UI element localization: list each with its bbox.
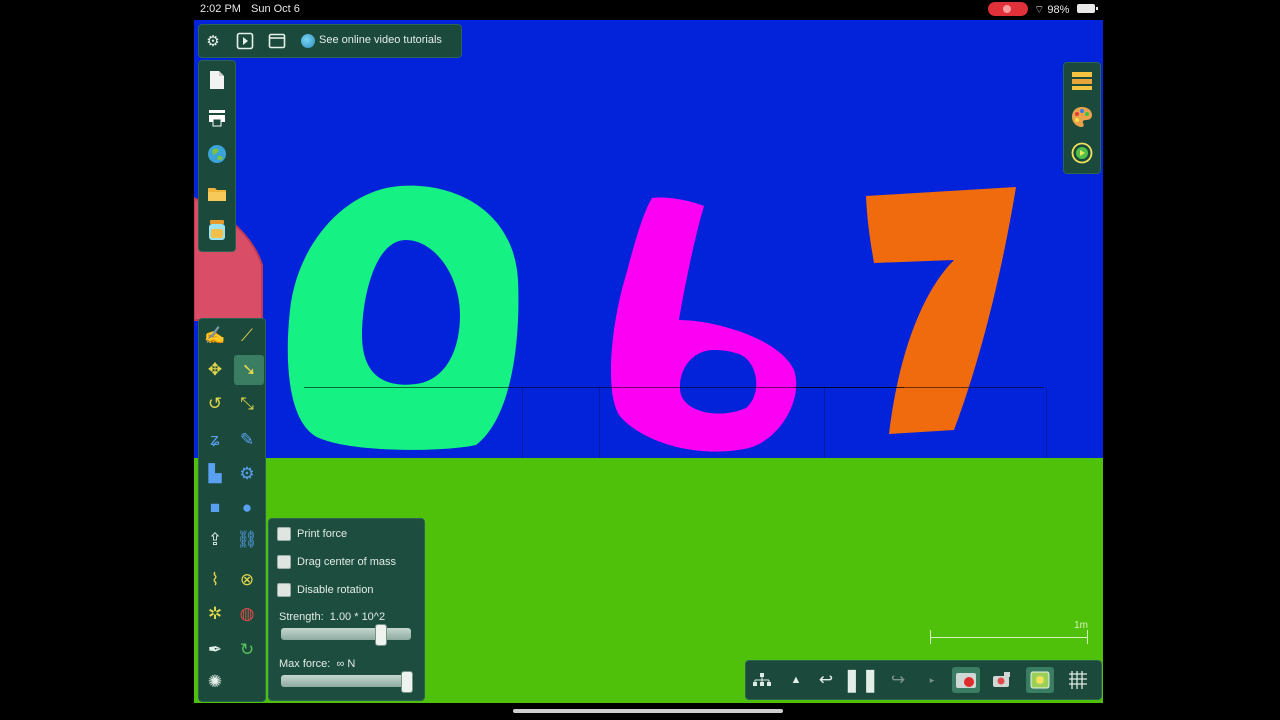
hinge-tool-icon[interactable]: ✲ xyxy=(202,601,228,627)
screen-recording-indicator[interactable] xyxy=(988,2,1028,16)
scale-label: 1m xyxy=(1074,620,1088,631)
checkbox-box[interactable] xyxy=(277,583,291,597)
zoom-fit-icon[interactable] xyxy=(1026,667,1054,693)
drag-tool-icon[interactable]: ➘ xyxy=(234,355,264,385)
gear-tool-icon[interactable]: ⚙ xyxy=(234,461,260,487)
plane-tool-icon[interactable]: ⇪ xyxy=(202,527,228,553)
palette-icon[interactable] xyxy=(1070,105,1094,129)
drag-options-panel: Print force Drag center of mass Disable … xyxy=(268,518,425,701)
new-document-icon[interactable] xyxy=(207,69,227,91)
folder-icon[interactable] xyxy=(207,183,227,205)
rope-tool-icon[interactable]: ʑ xyxy=(202,427,228,453)
checkbox-box[interactable] xyxy=(277,555,291,569)
battery-percentage: ⌔ 98% xyxy=(1034,4,1070,16)
knife-tool-icon[interactable]: ✎ xyxy=(234,427,260,453)
rotate-tool-icon[interactable]: ↺ xyxy=(202,391,228,417)
step-icon[interactable]: ▸ xyxy=(918,667,946,693)
horizon-line-right xyxy=(794,387,1044,388)
record-icon[interactable] xyxy=(952,667,980,693)
digit-seven xyxy=(866,187,1016,434)
tool-palette: ✍ ⟋ ✥ ➘ ↺ ⤡ ʑ ✎ ▙ ⚙ ■ ● ⇪ ⛓ ⌇ ⊗ ✲ ◍ ✒ ↻ … xyxy=(198,318,266,702)
top-toolbar: ⚙ See online video tutorials xyxy=(198,24,462,58)
grid-line xyxy=(522,388,523,458)
drag-center-of-mass-checkbox[interactable]: Drag center of mass xyxy=(277,555,396,569)
line-tool-icon[interactable]: ⟋ xyxy=(234,323,260,349)
right-panel xyxy=(1063,62,1101,174)
digit-six xyxy=(610,197,797,452)
jar-icon[interactable] xyxy=(207,219,227,241)
printer-icon[interactable] xyxy=(207,107,227,129)
playback-bar: ▲ ↩ ❚❚ ↪ ▸ xyxy=(745,660,1102,700)
pause-icon[interactable]: ❚❚ xyxy=(843,667,880,693)
thruster-tool-icon[interactable]: ↻ xyxy=(234,637,260,663)
box-tool-icon[interactable]: ■ xyxy=(202,495,228,521)
strength-slider[interactable] xyxy=(281,624,411,646)
brush-tool-icon[interactable]: ✍ xyxy=(202,323,228,349)
home-indicator[interactable] xyxy=(513,709,783,713)
status-bar: 2:02 PM Sun Oct 6 ⌔ 98% xyxy=(0,0,1280,18)
redo-icon[interactable]: ↪ xyxy=(884,667,912,693)
grid-line xyxy=(599,388,600,458)
strength-slider-knob[interactable] xyxy=(374,624,387,646)
fixate-tool-icon[interactable]: ⊗ xyxy=(234,567,260,593)
play-square-icon[interactable] xyxy=(235,31,255,51)
file-panel xyxy=(198,60,236,252)
move-tool-icon[interactable]: ✥ xyxy=(202,357,228,383)
globe-icon[interactable] xyxy=(207,143,227,165)
max-force-label: Max force: ∞ N xyxy=(279,658,356,670)
max-force-slider[interactable] xyxy=(281,671,413,693)
gear-icon[interactable]: ⚙ xyxy=(203,31,223,51)
undo-icon[interactable]: ↩ xyxy=(812,667,840,693)
print-force-checkbox[interactable]: Print force xyxy=(277,527,347,541)
battery-icon xyxy=(1077,4,1098,13)
laser-tool-icon[interactable]: ✒ xyxy=(202,637,228,663)
chain-tool-icon[interactable]: ⛓ xyxy=(234,527,260,553)
window-icon[interactable] xyxy=(267,31,287,51)
tutorials-link[interactable]: See online video tutorials xyxy=(319,34,442,46)
camera-icon[interactable] xyxy=(988,667,1016,693)
scale-tool-icon[interactable]: ⤡ xyxy=(234,391,260,417)
status-time: 2:02 PM xyxy=(200,3,241,15)
tracer-tool-icon[interactable]: ◍ xyxy=(234,601,260,627)
polygon-tool-icon[interactable]: ▙ xyxy=(202,461,228,487)
max-force-slider-knob[interactable] xyxy=(401,671,413,693)
digit-zero xyxy=(287,185,519,450)
expand-up-icon[interactable]: ▲ xyxy=(782,667,810,693)
grid-line xyxy=(824,388,825,458)
grid-line xyxy=(1046,388,1047,458)
spring-tool-icon[interactable]: ⌇ xyxy=(202,567,228,593)
layers-icon[interactable] xyxy=(1070,69,1094,93)
checkbox-box[interactable] xyxy=(277,527,291,541)
status-date: Sun Oct 6 xyxy=(251,3,300,15)
help-icon[interactable] xyxy=(1070,141,1094,165)
scale-indicator: 1m xyxy=(930,620,1090,644)
circle-tool-icon[interactable]: ● xyxy=(234,495,260,521)
hierarchy-icon[interactable] xyxy=(748,667,776,693)
disable-rotation-checkbox[interactable]: Disable rotation xyxy=(277,583,373,597)
globe-icon[interactable] xyxy=(301,34,315,48)
strength-label: Strength: 1.00 * 10^2 xyxy=(279,611,386,623)
particle-tool-icon[interactable]: ✺ xyxy=(202,669,228,695)
grid-icon[interactable] xyxy=(1064,667,1092,693)
